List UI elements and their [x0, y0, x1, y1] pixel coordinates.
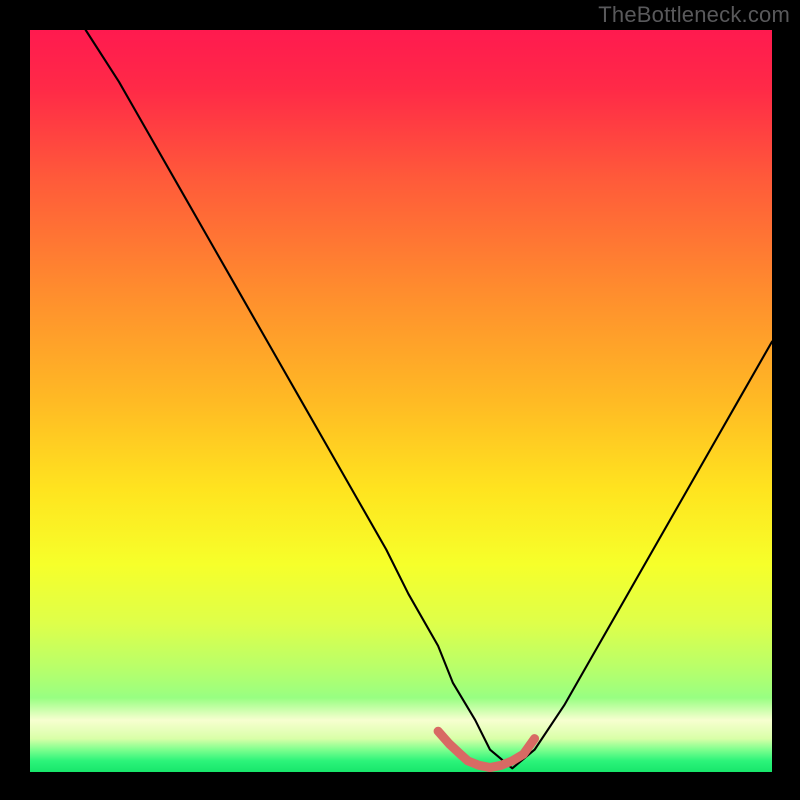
bottleneck-chart: [0, 0, 800, 800]
chart-frame: TheBottleneck.com: [0, 0, 800, 800]
chart-background: [30, 30, 772, 772]
